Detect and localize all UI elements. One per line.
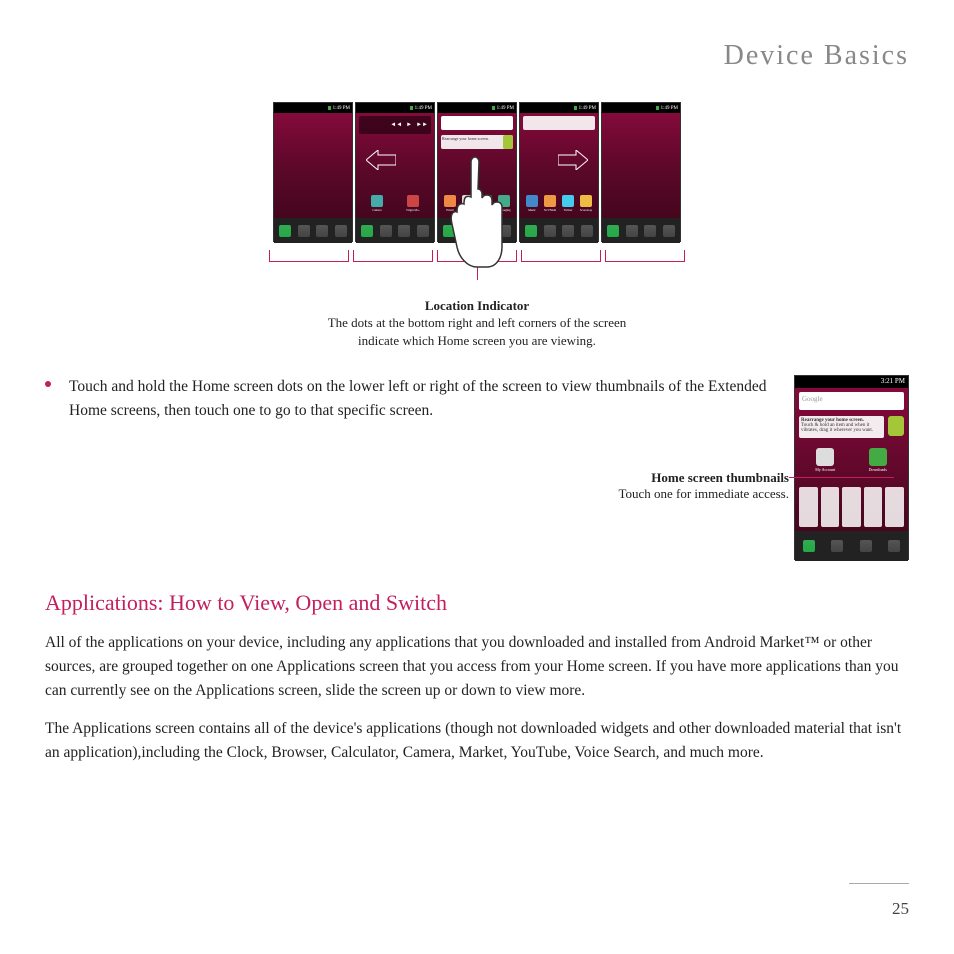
bullet-with-thumbnail: Touch and hold the Home screen dots on t… [45,375,909,560]
arrow-right-icon [558,150,588,170]
app-icon: SCVNGR [543,195,557,213]
body-paragraph: The Applications screen contains all of … [45,717,909,765]
thumbnail-mini [842,487,861,527]
status-bar: 1:49 PM [520,103,598,113]
prev-icon: ◄◄ [390,122,402,128]
location-indicator-callout: Location Indicator The dots at the botto… [45,298,909,350]
bullet-text: Touch and hold the Home screen dots on t… [45,375,774,422]
next-icon: ►► [416,122,428,128]
app-icon: Camera [370,195,384,213]
thumbnail-callout: Home screen thumbnails Touch one for imm… [618,470,789,502]
apps-grid-icon [831,540,843,552]
phone-screen-4: 1:49 PM Music SCVNGR Twitter Scoreloop [519,102,599,242]
dock-icon [888,540,900,552]
phone-screen-5: 1:49 PM [601,102,681,242]
android-icon [503,135,513,149]
thumbnail-mini [864,487,883,527]
apps-grid-icon [298,225,310,237]
app-icon: Downloads [867,448,889,474]
home-screen-thumbnails [799,487,904,527]
hand-pointing-icon [447,152,507,272]
callout-desc: The dots at the bottom right and left co… [45,314,909,332]
thumbnail-mini [821,487,840,527]
app-icon: Twitter [561,195,575,213]
callout-desc: indicate which Home screen you are viewi… [45,332,909,350]
dock-icon [335,225,347,237]
dock-icon [860,540,872,552]
tip-widget: Rearrange your home screen. Touch & hold… [799,416,884,438]
app-icon: My Account [814,448,836,474]
phone-screen-2: 1:49 PM ◄◄ ► ►► Camera Virgin Mo.. [355,102,435,242]
thumbnail-mini [885,487,904,527]
app-icon: Scoreloop [579,195,593,213]
play-icon: ► [406,122,412,128]
page-rule [849,883,909,884]
thumbnail-mini [799,487,818,527]
section-heading: Applications: How to View, Open and Swit… [45,590,909,616]
app-icon: Virgin Mo.. [406,195,420,213]
dock-icon [316,225,328,237]
search-widget [441,116,513,130]
callout-line [789,477,894,478]
status-bar: 1:49 PM [438,103,516,113]
arrow-left-icon [366,150,396,170]
callout-title: Home screen thumbnails [618,470,789,486]
thumbnail-phone-screen: 3:21 PM Google Rearrange your home scree… [794,375,909,560]
page-number: 25 [892,899,909,919]
dock [274,218,352,243]
status-bar: 1:49 PM [274,103,352,113]
app-icon: Music [525,195,539,213]
status-bar: 1:49 PM [602,103,680,113]
body-paragraph: All of the applications on your device, … [45,631,909,703]
phone-icon [279,225,291,237]
status-bar: 3:21 PM [795,376,908,388]
search-widget: Google [799,392,904,410]
android-icon [888,416,904,436]
music-widget: ◄◄ ► ►► [359,116,431,134]
tip-widget [523,116,595,130]
dock [795,531,908,561]
callout-title: Location Indicator [45,298,909,314]
phone-icon [803,540,815,552]
phone-screen-1: 1:49 PM [273,102,353,242]
callout-desc: Touch one for immediate access. [618,486,789,502]
page-chapter-title: Device Basics [45,40,909,72]
status-bar: 1:49 PM [356,103,434,113]
phone-screens-row: 1:49 PM 1:49 PM ◄◄ ► ►► Camera Virgin Mo… [45,102,909,242]
